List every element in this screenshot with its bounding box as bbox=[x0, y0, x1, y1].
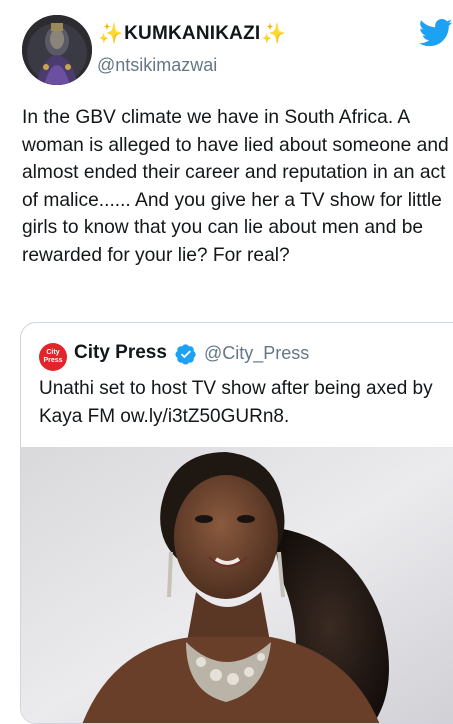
quoted-tweet-photo[interactable] bbox=[21, 447, 453, 723]
quoted-handle[interactable]: @City_Press bbox=[204, 343, 309, 364]
display-name[interactable]: ✨ KUMKANIKAZI ✨ bbox=[97, 23, 287, 45]
sparkle-icon: ✨ bbox=[98, 23, 124, 45]
verified-badge-icon bbox=[175, 344, 196, 365]
quoted-tweet[interactable]: City Press City Press @City_Press Unathi… bbox=[20, 322, 453, 724]
logo-text-line2: Press bbox=[43, 357, 63, 364]
tweet-text: In the GBV climate we have in South Afri… bbox=[22, 107, 449, 266]
quoted-tweet-text: Unathi set to host TV show after being a… bbox=[39, 378, 433, 427]
avatar[interactable] bbox=[22, 15, 92, 85]
display-name-text: KUMKANIKAZI bbox=[124, 23, 261, 44]
portrait-photo bbox=[21, 447, 453, 723]
sparkle-icon: ✨ bbox=[261, 23, 287, 45]
avatar-image bbox=[22, 15, 92, 85]
twitter-bird-icon[interactable] bbox=[419, 18, 453, 48]
tweet-card[interactable]: ✨ KUMKANIKAZI ✨ @ntsikimazwai In the GBV… bbox=[0, 0, 453, 724]
logo-text-line1: City bbox=[46, 349, 60, 356]
user-handle[interactable]: @ntsikimazwai bbox=[97, 55, 217, 76]
city-press-logo[interactable]: City Press bbox=[39, 343, 67, 371]
quoted-display-name[interactable]: City Press bbox=[74, 342, 167, 364]
